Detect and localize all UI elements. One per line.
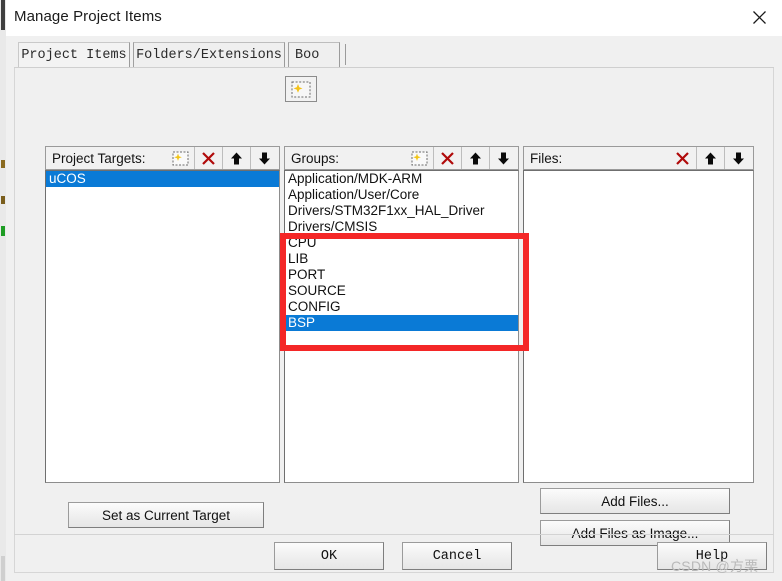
button-label: OK <box>320 548 338 564</box>
button-label: Add Files as Image... <box>571 525 699 541</box>
tab-label: Boo <box>295 47 320 63</box>
button-label: Add Files... <box>601 493 669 509</box>
add-files-button[interactable]: Add Files... <box>540 488 730 514</box>
title-bar: Manage Project Items <box>6 0 782 37</box>
files-toolbar <box>669 147 752 169</box>
tab-content-panel: Project Targets: uCOS Groups: Applicatio… <box>14 68 774 573</box>
list-item[interactable]: Drivers/CMSIS <box>285 219 518 235</box>
project-targets-list[interactable]: uCOS <box>45 170 280 483</box>
help-button[interactable]: Help <box>657 542 767 570</box>
tab-books[interactable]: Boo <box>288 42 340 67</box>
ok-button[interactable]: OK <box>274 542 384 570</box>
files-list[interactable] <box>523 170 754 483</box>
footer-separator <box>14 534 774 535</box>
project-targets-label: Project Targets: <box>52 150 146 166</box>
tab-separator <box>345 44 346 65</box>
files-panel: Files: <box>523 146 754 483</box>
groups-list[interactable]: Application/MDK-ARM Application/User/Cor… <box>284 170 519 483</box>
list-item[interactable]: uCOS <box>46 171 279 187</box>
move-down-icon[interactable] <box>250 147 278 169</box>
list-item[interactable]: Application/User/Core <box>285 187 518 203</box>
tab-label: Folders/Extensions <box>136 47 282 63</box>
delete-icon[interactable] <box>433 147 461 169</box>
new-item-icon[interactable] <box>406 147 433 169</box>
groups-panel: Groups: Application/MDK-ARM Application/… <box>284 146 519 483</box>
list-item[interactable]: LIB <box>285 251 518 267</box>
tab-folders-extensions[interactable]: Folders/Extensions <box>133 42 285 67</box>
page-title: Manage Project Items <box>14 8 162 25</box>
cancel-button[interactable]: Cancel <box>402 542 512 570</box>
bg-chip <box>1 196 5 204</box>
bg-chip <box>1 160 5 168</box>
groups-label: Groups: <box>291 150 340 166</box>
project-targets-header: Project Targets: <box>45 146 280 170</box>
list-item[interactable]: Drivers/STM32F1xx_HAL_Driver <box>285 203 518 219</box>
new-item-icon[interactable] <box>285 76 317 102</box>
files-label: Files: <box>530 150 563 166</box>
delete-icon[interactable] <box>669 147 696 169</box>
tab-strip: Project Items Folders/Extensions Boo <box>14 42 774 68</box>
button-label: Help <box>695 548 729 564</box>
move-up-icon[interactable] <box>222 147 250 169</box>
dialog-body: Project Items Folders/Extensions Boo Pro… <box>6 36 782 581</box>
button-label: Cancel <box>432 548 482 564</box>
tab-label: Project Items <box>21 47 127 63</box>
delete-icon[interactable] <box>194 147 222 169</box>
close-icon <box>752 10 767 25</box>
groups-header: Groups: <box>284 146 519 170</box>
bg-chip <box>1 0 5 30</box>
move-down-icon[interactable] <box>489 147 517 169</box>
tab-project-items[interactable]: Project Items <box>18 42 130 67</box>
list-item[interactable]: CPU <box>285 235 518 251</box>
list-item[interactable]: SOURCE <box>285 283 518 299</box>
manage-project-items-dialog: Manage Project Items Project Items Folde… <box>0 0 782 581</box>
move-up-icon[interactable] <box>696 147 724 169</box>
button-label: Set as Current Target <box>101 507 231 523</box>
list-item[interactable]: BSP <box>285 315 518 331</box>
move-up-icon[interactable] <box>461 147 489 169</box>
bg-chip <box>1 226 5 236</box>
list-item[interactable]: Application/MDK-ARM <box>285 171 518 187</box>
bg-chip <box>1 556 5 581</box>
move-down-icon[interactable] <box>724 147 752 169</box>
list-item[interactable]: PORT <box>285 267 518 283</box>
set-as-current-target-button[interactable]: Set as Current Target <box>68 502 264 528</box>
close-button[interactable] <box>736 0 782 35</box>
list-item[interactable]: CONFIG <box>285 299 518 315</box>
project-targets-panel: Project Targets: uCOS <box>45 146 280 483</box>
new-item-icon[interactable] <box>167 147 194 169</box>
groups-toolbar <box>406 147 517 169</box>
project-targets-toolbar <box>167 147 278 169</box>
files-header: Files: <box>523 146 754 170</box>
